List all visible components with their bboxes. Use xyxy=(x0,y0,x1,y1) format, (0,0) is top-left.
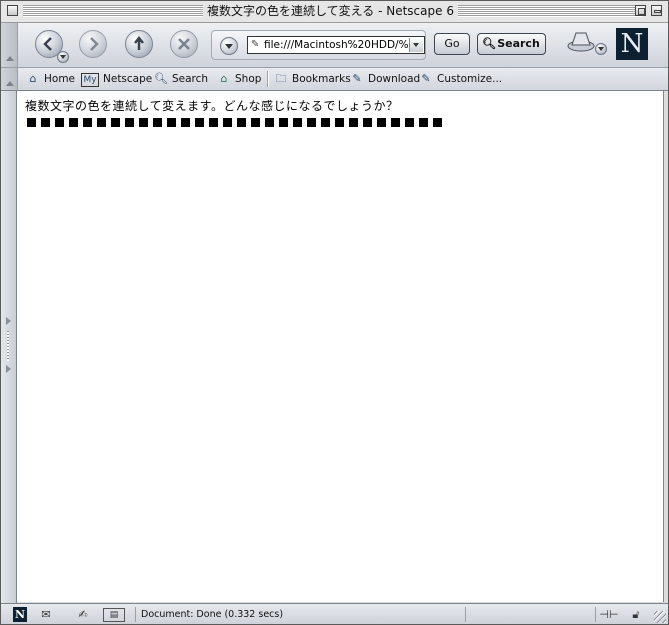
shop-icon: ⌂ xyxy=(220,72,228,85)
page-content: 複数文字の色を連続して変えます。どんな感じになるでしょうか？ xyxy=(17,91,664,602)
color-square xyxy=(279,118,288,127)
color-square xyxy=(335,118,344,127)
browser-window: 複数文字の色を連続して変える - Netscape 6 Go 🔍︎ Search xyxy=(0,0,669,625)
status-bar: N ✉ ✍ ▤ Document: Done (0.332 secs) ⊣⊢ 🔓… xyxy=(1,603,668,624)
reload-button[interactable] xyxy=(125,30,153,58)
color-square xyxy=(181,118,190,127)
url-dropdown-arrow[interactable] xyxy=(409,38,423,52)
personal-item-home[interactable]: ⌂ Home xyxy=(26,71,76,87)
status-text: Document: Done (0.332 secs) xyxy=(135,607,465,622)
throbber-dropdown[interactable] xyxy=(595,43,607,55)
color-square xyxy=(167,118,176,127)
toolbar-separator xyxy=(267,71,269,87)
magnifier-icon: 🔍︎ xyxy=(154,72,168,85)
color-square xyxy=(27,118,36,127)
personal-item-customize[interactable]: ✎ Customize... xyxy=(419,71,502,87)
home-icon: ⌂ xyxy=(29,72,37,85)
status-progress-panel xyxy=(465,607,591,622)
page-proxy-icon: ✎ xyxy=(251,39,260,50)
color-square xyxy=(97,118,106,127)
color-square xyxy=(251,118,260,127)
netscape-logo[interactable]: N xyxy=(616,28,648,60)
color-square xyxy=(321,118,330,127)
color-square xyxy=(419,118,428,127)
color-square xyxy=(349,118,358,127)
splitter-grip-lines xyxy=(7,331,9,361)
forward-button[interactable] xyxy=(79,30,107,58)
search-button-label: Search xyxy=(497,37,540,50)
color-square xyxy=(55,118,64,127)
go-button[interactable]: Go xyxy=(434,33,470,55)
resize-grip[interactable] xyxy=(654,611,666,623)
back-history-dropdown[interactable] xyxy=(57,51,69,63)
magnifier-icon: 🔍︎ xyxy=(482,37,496,50)
personal-toolbar: ⌂ Home My Netscape 🔍︎ Search ⌂ Shop 🗀 Bookmar… xyxy=(1,68,668,91)
reload-icon xyxy=(134,35,144,50)
personal-item-download[interactable]: ✎ Download xyxy=(350,71,420,87)
navigator-component-icon[interactable]: N xyxy=(13,607,27,622)
color-square xyxy=(363,118,372,127)
title-bar[interactable]: 複数文字の色を連続して変える - Netscape 6 xyxy=(1,1,668,23)
my-netscape-icon: My xyxy=(81,73,99,87)
color-square xyxy=(195,118,204,127)
url-text: file:///Macintosh%20HDD/%9 xyxy=(264,39,416,51)
folder-icon: 🗀 xyxy=(275,72,287,85)
color-square xyxy=(307,118,316,127)
bookmark-link-icon: ✎ xyxy=(421,72,431,85)
search-button[interactable]: 🔍︎ Search xyxy=(477,33,546,55)
color-square xyxy=(41,118,50,127)
url-history-dropdown[interactable] xyxy=(220,37,238,55)
close-box[interactable] xyxy=(7,5,18,16)
stop-x-icon xyxy=(178,38,190,50)
color-square xyxy=(209,118,218,127)
color-square xyxy=(69,118,78,127)
personal-item-shop[interactable]: ⌂ Shop xyxy=(217,71,262,87)
sidebar-expand-arrow-icon[interactable] xyxy=(6,317,11,325)
color-square xyxy=(433,118,442,127)
window-title: 複数文字の色を連続して変える - Netscape 6 xyxy=(203,3,458,20)
color-square xyxy=(391,118,400,127)
personal-item-search[interactable]: 🔍︎ Search xyxy=(154,71,208,87)
color-square xyxy=(405,118,414,127)
back-arrow-icon xyxy=(43,37,52,51)
mail-icon[interactable]: ✉ xyxy=(37,607,55,622)
composer-icon[interactable]: ✍ xyxy=(73,607,93,622)
throbber-hat-icon xyxy=(567,32,595,52)
security-lock-icon[interactable]: 🔓︎ xyxy=(627,607,645,622)
color-square xyxy=(111,118,120,127)
color-square xyxy=(265,118,274,127)
color-square xyxy=(223,118,232,127)
color-square xyxy=(125,118,134,127)
personal-item-netscape[interactable]: My Netscape xyxy=(81,71,152,87)
online-connection-icon[interactable]: ⊣⊢ xyxy=(595,607,622,622)
address-book-icon[interactable]: ▤ xyxy=(103,608,125,622)
zoom-box[interactable] xyxy=(635,5,646,16)
collapse-box[interactable] xyxy=(651,5,662,16)
personal-item-bookmarks[interactable]: 🗀 Bookmarks xyxy=(274,71,351,87)
color-square xyxy=(237,118,246,127)
color-square xyxy=(139,118,148,127)
forward-arrow-icon xyxy=(90,37,99,51)
personal-toolbar-grippy[interactable] xyxy=(1,68,18,90)
color-square xyxy=(377,118,386,127)
sidebar-expand-arrow-icon[interactable] xyxy=(6,365,11,373)
page-heading: 複数文字の色を連続して変えます。どんな感じになるでしょうか？ xyxy=(25,99,399,113)
color-square xyxy=(153,118,162,127)
stop-button[interactable] xyxy=(170,30,198,58)
sidebar-splitter[interactable] xyxy=(1,91,17,603)
bookmark-link-icon: ✎ xyxy=(352,72,362,85)
url-input[interactable]: ✎ file:///Macintosh%20HDD/%9 xyxy=(247,36,425,54)
toolbar-grippy[interactable] xyxy=(1,23,18,67)
color-square xyxy=(293,118,302,127)
color-square xyxy=(83,118,92,127)
